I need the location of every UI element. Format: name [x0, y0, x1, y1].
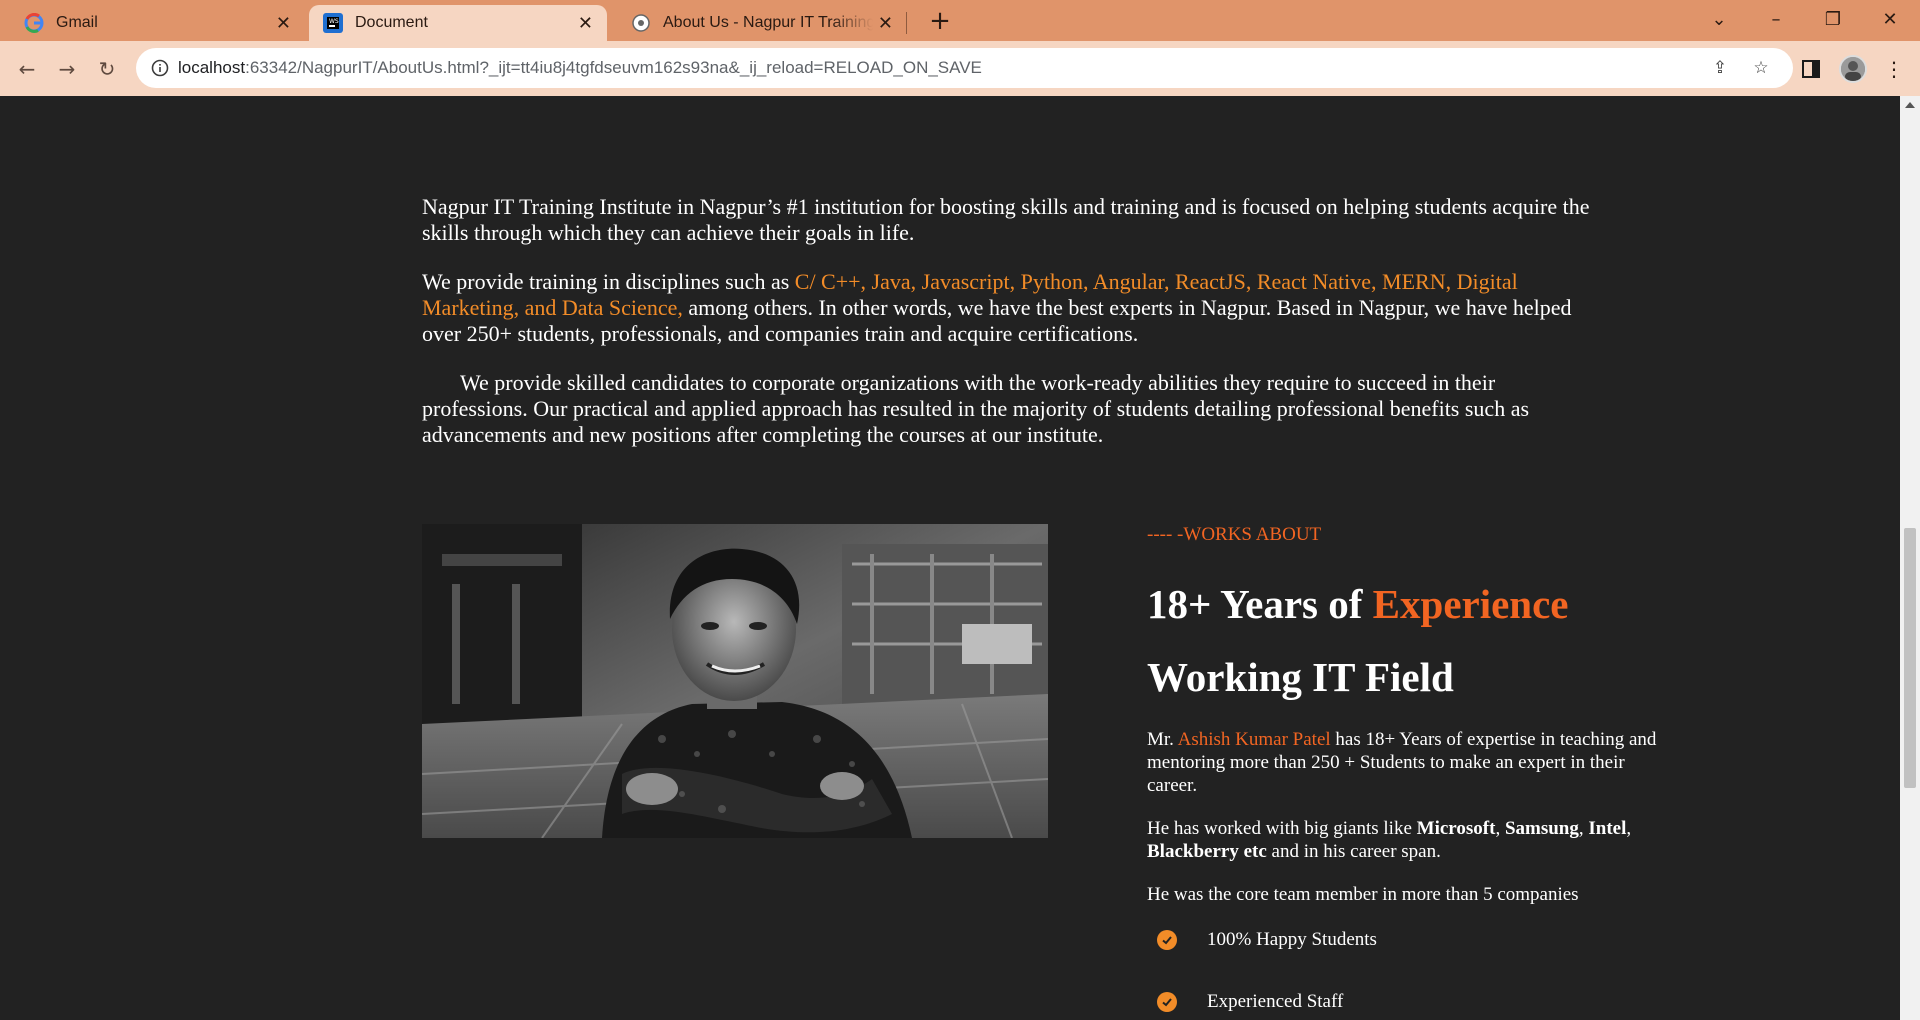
tab-strip: Gmail ✕ WS Document ✕ About Us - Nagpur …	[0, 0, 1920, 41]
about-intro: Nagpur IT Training Institute in Nagpur’s…	[422, 194, 1602, 471]
profile-avatar[interactable]	[1839, 55, 1867, 83]
works-about-section: ---- -WORKS ABOUT 18+ Years of Experienc…	[1147, 524, 1667, 1016]
check-circle-icon	[1157, 930, 1177, 950]
window-close-button[interactable]: ✕	[1870, 6, 1910, 34]
address-bar[interactable]: localhost:63342/NagpurIT/AboutUs.html?_i…	[136, 48, 1793, 88]
instructor-name: Ashish Kumar Patel	[1177, 729, 1331, 750]
close-icon[interactable]: ✕	[578, 13, 593, 33]
tab-about-us[interactable]: About Us - Nagpur IT Training In ✕	[607, 5, 907, 41]
tab-search-button[interactable]: ⌄	[1699, 6, 1739, 34]
feature-item: Experienced Staff	[1157, 988, 1667, 1016]
intellij-icon: WS	[323, 13, 343, 33]
intro-paragraph-1: Nagpur IT Training Institute in Nagpur’s…	[422, 194, 1590, 245]
intro-paragraph-3: We provide skilled candidates to corpora…	[422, 370, 1530, 447]
page-viewport: Nagpur IT Training Institute in Nagpur’s…	[0, 96, 1900, 1020]
bookmark-star-icon[interactable]: ☆	[1750, 57, 1772, 79]
headline-highlight: Experience	[1372, 581, 1569, 627]
gmail-icon	[24, 13, 44, 33]
feature-label: Experienced Staff	[1207, 991, 1344, 1012]
bio-paragraph-2: He has worked with big giants like Micro…	[1147, 818, 1632, 862]
restore-button[interactable]: ❐	[1813, 6, 1853, 34]
tab-label: Document	[355, 14, 428, 31]
menu-kebab-icon[interactable]: ⋮	[1880, 55, 1908, 83]
tab-label: About Us - Nagpur IT Training In	[663, 14, 873, 31]
feature-label: 100% Happy Students	[1207, 929, 1377, 950]
tab-gmail[interactable]: Gmail ✕	[0, 5, 305, 41]
bio-paragraph-1: Mr. Ashish Kumar Patel has 18+ Years of …	[1147, 729, 1657, 796]
page-scrollbar[interactable]	[1900, 96, 1920, 1020]
check-circle-icon	[1157, 992, 1177, 1012]
scroll-thumb[interactable]	[1904, 528, 1916, 788]
feature-item: 100% Happy Students	[1157, 926, 1667, 954]
share-icon[interactable]: ⇪	[1709, 57, 1731, 79]
info-icon[interactable]	[150, 58, 170, 78]
scroll-up-arrow-icon[interactable]	[1905, 102, 1915, 108]
instructor-bio: Mr. Ashish Kumar Patel has 18+ Years of …	[1147, 728, 1667, 906]
instructor-photo	[422, 524, 1048, 838]
close-icon[interactable]: ✕	[878, 13, 893, 33]
tab-document[interactable]: WS Document ✕	[309, 5, 607, 41]
intro-paragraph-2: We provide training in disciplines such …	[422, 269, 1572, 346]
tab-separator	[906, 12, 907, 34]
browser-toolbar: ← → ↻ localhost:63342/NagpurIT/AboutUs.h…	[0, 41, 1920, 96]
back-button[interactable]: ←	[13, 55, 41, 83]
svg-text:WS: WS	[329, 18, 339, 25]
minimize-button[interactable]: –	[1756, 6, 1796, 34]
experience-headline: 18+ Years of Experience Working IT Field	[1147, 581, 1569, 700]
tab-label: Gmail	[56, 14, 98, 31]
forward-button[interactable]: →	[53, 55, 81, 83]
new-tab-button[interactable]: +	[924, 6, 956, 36]
url-text: localhost:63342/NagpurIT/AboutUs.html?_i…	[178, 58, 982, 77]
reload-button[interactable]: ↻	[93, 55, 121, 83]
side-panel-icon[interactable]	[1797, 55, 1825, 83]
close-icon[interactable]: ✕	[276, 13, 291, 33]
bio-paragraph-3: He was the core team member in more than…	[1147, 884, 1579, 905]
site-icon	[631, 13, 651, 33]
section-kicker: ---- -WORKS ABOUT	[1147, 524, 1322, 545]
